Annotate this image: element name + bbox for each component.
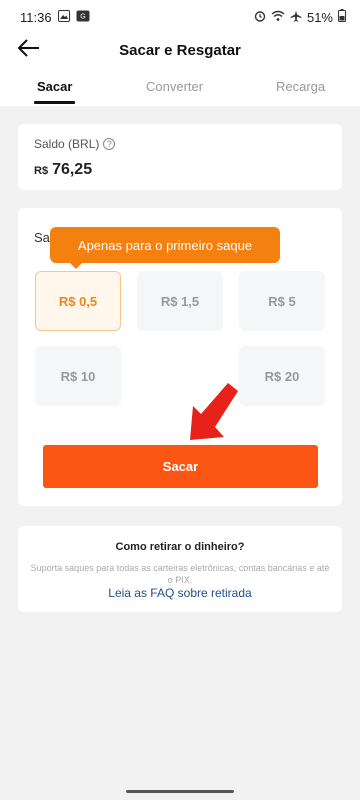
faq-link[interactable]: Leia as FAQ sobre retirada — [18, 586, 342, 600]
withdraw-section-label: Sa — [34, 230, 50, 245]
balance-amount: 76,25 — [52, 161, 93, 178]
question-icon[interactable]: ? — [103, 138, 116, 150]
faq-title: Como retirar o dinheiro? — [115, 541, 245, 553]
alarm-icon — [254, 10, 266, 25]
sacar-button[interactable]: Sacar — [43, 445, 318, 488]
battery-icon — [338, 9, 346, 25]
back-button[interactable] — [14, 36, 44, 64]
svg-text:G: G — [80, 13, 85, 20]
active-tab-indicator — [34, 101, 75, 104]
amount-option-5[interactable]: R$ 5 — [239, 271, 325, 331]
data-saver-icon: G — [76, 10, 90, 25]
tab-sacar[interactable]: Sacar — [37, 79, 72, 94]
tab-recarga[interactable]: Recarga — [276, 79, 325, 94]
status-bar: 11:36 G 51% — [0, 0, 360, 34]
balance-currency: R$ — [34, 165, 49, 177]
red-arrow-icon — [180, 382, 240, 442]
tab-bar: Sacar Converter Recarga — [0, 66, 360, 106]
amount-option-1-5[interactable]: R$ 1,5 — [137, 271, 223, 331]
gallery-icon — [57, 9, 70, 25]
amount-option-10[interactable]: R$ 10 — [35, 346, 121, 406]
arrow-left-icon — [17, 38, 41, 63]
balance-card: Saldo (BRL) ? R$ 76,25 — [18, 124, 342, 190]
balance-value: R$ 76,25 — [34, 161, 92, 179]
page-title: Sacar e Resgatar — [119, 41, 241, 59]
status-time: 11:36 — [20, 9, 52, 25]
tooltip-text: Apenas para o primeiro saque — [77, 237, 253, 253]
wifi-icon — [271, 10, 285, 25]
app-header: Sacar e Resgatar — [0, 34, 360, 66]
home-indicator[interactable] — [126, 790, 234, 793]
faq-description: Suporta saques para todas as carteiras e… — [30, 563, 330, 585]
tooltip-tail — [70, 263, 82, 269]
balance-label: Saldo (BRL) — [34, 137, 100, 151]
first-withdraw-tooltip: Apenas para o primeiro saque — [50, 227, 280, 269]
faq-card: Como retirar o dinheiro? Suporta saques … — [18, 526, 342, 612]
balance-label-row: Saldo (BRL) ? — [34, 137, 116, 151]
amount-option-0-5[interactable]: R$ 0,5 — [35, 271, 121, 331]
amount-option-20[interactable]: R$ 20 — [239, 346, 325, 406]
tab-converter[interactable]: Converter — [146, 79, 203, 94]
battery-percent: 51% — [306, 9, 333, 25]
airplane-icon — [290, 10, 302, 25]
